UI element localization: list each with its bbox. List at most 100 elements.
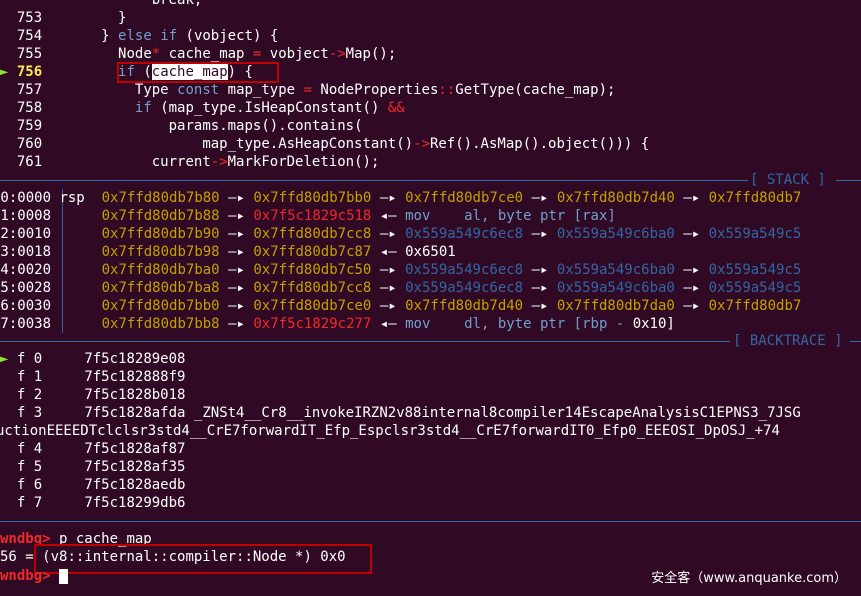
source-code: map_type.AsHeapConstant()->Ref().AsMap()…: [202, 136, 650, 152]
source-line: 757 Type const map_type = NodeProperties…: [0, 81, 616, 99]
backtrace-frame: f 3 7f5c1828afda _ZNSt4__Cr8__invokeIRZN…: [0, 404, 801, 422]
line-number: 755: [16, 46, 43, 62]
backtrace-separator-right: [850, 341, 861, 342]
source-line: 761 current->MarkForDeletion();: [0, 153, 380, 171]
stack-register: [59, 298, 84, 314]
stack-register: [59, 262, 84, 278]
frame-address: 7f5c182888f9: [84, 369, 186, 385]
stack-row: 07:0038 0x7ffd80db7bb8 —▸ 0x7f5c1829c277…: [0, 315, 675, 333]
frame-marker: [0, 477, 17, 493]
watermark-text: 安全客（www.anquanke.com）: [651, 571, 847, 586]
stack-chain: 0x7ffd80db7b88 —▸ 0x7f5c1829c518 ◂— mov …: [101, 208, 616, 224]
stack-separator-left: [0, 180, 748, 181]
console-input-line[interactable]: wndbg>: [0, 567, 69, 585]
current-line-marker: [0, 154, 17, 170]
stack-offset: 01:0008: [0, 208, 52, 224]
line-number: 757: [16, 82, 43, 98]
line-number: 761: [16, 154, 43, 170]
frame-marker: ►: [0, 351, 17, 367]
frame-index: f 0: [16, 351, 43, 367]
backtrace-wrap-line: uctionEEEEDTclclsr3std4__CrE7forwardIT_E…: [0, 423, 780, 439]
source-top-fragment: break;: [0, 0, 203, 9]
frame-marker: [0, 441, 17, 457]
stack-register: [59, 316, 84, 332]
backtrace-frame: ► f 0 7f5c18289e08: [0, 350, 185, 368]
source-line: 760 map_type.AsHeapConstant()->Ref().AsM…: [0, 135, 649, 153]
source-line: 753 }: [0, 9, 127, 27]
stack-row: 06:0030 0x7ffd80db7bb0 —▸ 0x7ffd80db7ce0…: [0, 297, 801, 315]
backtrace-frame: f 2 7f5c1828b018: [0, 386, 186, 404]
frame-marker: [0, 459, 17, 475]
console-prompt-2: wndbg>: [0, 568, 60, 584]
current-line-marker: [0, 28, 17, 44]
stack-chain: 0x7ffd80db7b90 —▸ 0x7ffd80db7cc8 —▸ 0x55…: [101, 226, 802, 242]
current-line-marker: [0, 82, 17, 98]
frame-marker: [0, 369, 17, 385]
frame-index: f 4: [16, 441, 43, 457]
stack-register: rsp: [59, 190, 85, 206]
stack-chain: 0x7ffd80db7bb8 —▸ 0x7f5c1829c277 ◂— mov …: [101, 316, 675, 332]
source-line: 758 if (map_type.IsHeapConstant() &&: [0, 99, 405, 117]
line-number: 759: [16, 118, 43, 134]
stack-offset: 03:0018: [0, 244, 52, 260]
backtrace-frame: f 7 7f5c18299db6: [0, 494, 186, 512]
annotation-box-if-cache-map: [117, 62, 279, 83]
backtrace-section-label: [ BACKTRACE ]: [733, 333, 843, 349]
source-code: if (map_type.IsHeapConstant() &&: [134, 100, 405, 116]
stack-chain: 0x7ffd80db7bb0 —▸ 0x7ffd80db7ce0 —▸ 0x7f…: [101, 298, 802, 314]
frame-marker: [0, 387, 17, 403]
code-fragment: break;: [84, 0, 203, 8]
stack-chain: 0x7ffd80db7ba8 —▸ 0x7ffd80db7cc8 —▸ 0x55…: [101, 280, 802, 296]
stack-offset: 04:0020: [0, 262, 52, 278]
frame-marker: [0, 495, 17, 511]
source-line: 755 Node* cache_map = vobject->Map();: [0, 45, 396, 63]
stack-section-label: [ STACK ]: [750, 172, 826, 188]
current-line-marker: [0, 10, 17, 26]
stack-register: [59, 208, 84, 224]
backtrace-frame: f 4 7f5c1828af87: [0, 440, 186, 458]
stack-offset: 07:0038: [0, 316, 52, 332]
current-line-marker: ►: [0, 64, 17, 80]
source-code: Node* cache_map = vobject->Map();: [118, 46, 397, 62]
line-number: 756: [16, 64, 43, 80]
stack-chain: 0x7ffd80db7b80 —▸ 0x7ffd80db7bb0 —▸ 0x7f…: [101, 190, 802, 206]
backtrace-frame: f 6 7f5c1828aedb: [0, 476, 186, 494]
stack-row: 03:0018 0x7ffd80db7b98 —▸ 0x7ffd80db7c87…: [0, 243, 456, 261]
current-line-marker: [0, 136, 17, 152]
frame-address: 7f5c18299db6: [84, 495, 186, 511]
source-code: Type const map_type = NodeProperties::Ge…: [134, 82, 616, 98]
source-code: } else if (vobject) {: [101, 28, 279, 44]
frame-address: 7f5c18289e08: [84, 351, 186, 367]
stack-row: 05:0028 0x7ffd80db7ba8 —▸ 0x7ffd80db7cc8…: [0, 279, 801, 297]
console-separator: [0, 521, 861, 522]
frame-index: f 1: [16, 369, 43, 385]
stack-row: 02:0010 0x7ffd80db7b90 —▸ 0x7ffd80db7cc8…: [0, 225, 801, 243]
backtrace-separator-left: [0, 341, 730, 342]
stack-register: [59, 280, 84, 296]
stack-row: 00:0000 rsp 0x7ffd80db7b80 —▸ 0x7ffd80db…: [0, 189, 801, 207]
stack-chain: 0x7ffd80db7ba0 —▸ 0x7ffd80db7c50 —▸ 0x55…: [101, 262, 802, 278]
current-line-marker: [0, 100, 17, 116]
stack-register: [59, 226, 84, 242]
frame-index: f 3: [16, 405, 43, 421]
frame-index: f 2: [16, 387, 43, 403]
stack-chain: 0x7ffd80db7b98 —▸ 0x7ffd80db7c87 ◂— 0x65…: [101, 244, 456, 260]
backtrace-frame: f 1 7f5c182888f9: [0, 368, 186, 386]
annotation-box-result: [34, 544, 372, 574]
stack-offset: 05:0028: [0, 280, 52, 296]
stack-offset: 02:0010: [0, 226, 52, 242]
stack-row: 04:0020 0x7ffd80db7ba0 —▸ 0x7ffd80db7c50…: [0, 261, 801, 279]
line-number: 760: [16, 136, 43, 152]
frame-index: f 5: [16, 459, 43, 475]
line-number: 754: [16, 28, 43, 44]
stack-offset: 06:0030: [0, 298, 52, 314]
source-line: 759 params.maps().contains(: [0, 117, 363, 135]
terminal-cursor[interactable]: [59, 568, 69, 584]
frame-symbol: _ZNSt4__Cr8__invokeIRZN2v88internal8comp…: [193, 405, 801, 421]
line-number: 758: [16, 100, 43, 116]
source-code: }: [118, 10, 127, 26]
current-line-marker: [0, 46, 17, 62]
frame-address: 7f5c1828af87: [84, 441, 186, 457]
source-line: 754 } else if (vobject) {: [0, 27, 278, 45]
frame-address: 7f5c1828b018: [84, 387, 186, 403]
